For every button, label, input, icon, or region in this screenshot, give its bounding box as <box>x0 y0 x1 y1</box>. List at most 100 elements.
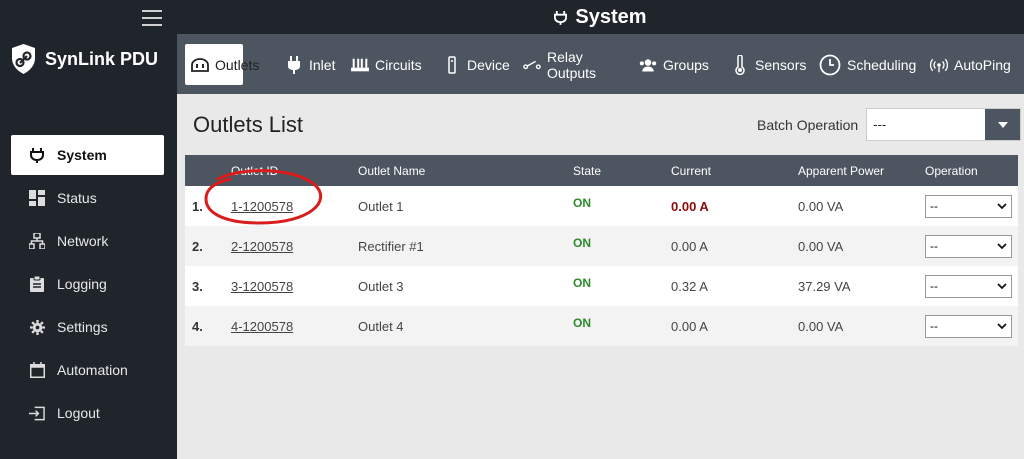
sidebar: SynLink PDU System Status Network Loggin… <box>0 0 177 459</box>
current-value: 0.32 A <box>671 278 708 294</box>
tab-label: Sensors <box>755 56 807 73</box>
table-header-row: Outlet ID Outlet Name State Current Appa… <box>185 155 1018 186</box>
sidebar-item-logging[interactable]: Logging <box>11 264 164 304</box>
apparent-power-value: 0.00 VA <box>798 198 844 214</box>
chevron-down-icon[interactable] <box>985 109 1021 140</box>
page-header-title: System <box>575 5 647 28</box>
column-header-current[interactable]: Current <box>671 155 798 186</box>
table-row: 1. 1-1200578 Outlet 1 ON 0.00 A 0.00 VA … <box>185 186 1018 226</box>
operation-select[interactable]: -- <box>925 234 1012 258</box>
column-header-apparent-power[interactable]: Apparent Power <box>798 155 925 186</box>
header: System <box>177 0 1024 34</box>
outlet-id-link[interactable]: 4-1200578 <box>231 319 293 334</box>
batch-operation-label: Batch Operation <box>757 116 859 133</box>
tab-label: Groups <box>663 56 709 73</box>
tab-scheduling[interactable]: Scheduling <box>819 44 916 85</box>
tab-device[interactable]: Device <box>443 44 510 85</box>
tab-label: Circuits <box>375 56 422 73</box>
tab-bar: Outlets Inlet Circuits Device Relay Outp… <box>177 34 1024 94</box>
tab-label: Device <box>467 56 510 73</box>
operation-select-value: -- <box>930 279 938 293</box>
network-icon <box>29 233 45 249</box>
batch-operation: Batch Operation --- <box>757 108 1022 141</box>
wireless-icon <box>930 56 948 74</box>
relay-icon <box>523 56 541 74</box>
tab-groups[interactable]: Groups <box>639 44 709 85</box>
calendar-icon <box>29 362 45 378</box>
tab-relay-outputs[interactable]: Relay Outputs <box>523 44 599 85</box>
column-header-outlet-name[interactable]: Outlet Name <box>358 155 573 186</box>
device-icon <box>443 55 461 74</box>
outlet-id-link[interactable]: 1-1200578 <box>231 199 293 214</box>
tab-label: Outlets <box>215 56 260 73</box>
operation-select[interactable]: -- <box>925 194 1012 218</box>
sidebar-item-label: Settings <box>57 319 108 335</box>
chevron-down-icon <box>997 322 1007 329</box>
sidebar-item-label: System <box>57 147 107 163</box>
row-index: 1. <box>192 198 203 214</box>
chevron-down-icon <box>997 242 1007 249</box>
page-title: Outlets List <box>193 112 304 137</box>
batch-operation-select[interactable]: --- <box>866 108 1022 141</box>
chevron-down-icon <box>997 282 1007 289</box>
column-header-state[interactable]: State <box>573 155 671 186</box>
thermometer-icon <box>731 54 749 75</box>
outlet-id-link[interactable]: 2-1200578 <box>231 239 293 254</box>
outlet-name: Outlet 4 <box>358 318 404 334</box>
row-index: 3. <box>192 278 203 294</box>
outlet-name: Outlet 1 <box>358 198 404 214</box>
plug-icon <box>285 55 303 74</box>
sidebar-item-network[interactable]: Network <box>11 221 164 261</box>
state-badge: ON <box>573 315 591 330</box>
outlet-name: Rectifier #1 <box>358 238 424 254</box>
tab-autoping[interactable]: AutoPing <box>930 44 1011 85</box>
sidebar-item-label: Logging <box>57 276 107 292</box>
sidebar-item-automation[interactable]: Automation <box>11 350 164 390</box>
brand: SynLink PDU <box>10 43 158 75</box>
sidebar-item-status[interactable]: Status <box>11 178 164 218</box>
gear-icon <box>29 319 45 335</box>
tab-circuits[interactable]: Circuits <box>351 44 422 85</box>
apparent-power-value: 0.00 VA <box>798 318 844 334</box>
sidebar-item-system[interactable]: System <box>11 135 164 175</box>
shield-link-icon <box>12 44 35 74</box>
menu-toggle-icon[interactable] <box>142 10 162 26</box>
sidebar-item-label: Network <box>57 233 109 249</box>
column-header-operation: Operation <box>925 163 978 178</box>
tab-label: Relay Outputs <box>547 48 597 81</box>
tab-label: Scheduling <box>847 56 917 73</box>
logout-icon <box>29 405 45 421</box>
brand-name: SynLink PDU <box>45 48 159 69</box>
sidebar-item-logout[interactable]: Logout <box>11 393 164 433</box>
outlet-icon <box>191 56 209 74</box>
dashboard-icon <box>29 190 45 206</box>
current-value: 0.00 A <box>671 198 709 214</box>
outlet-name: Outlet 3 <box>358 278 404 294</box>
operation-select[interactable]: -- <box>925 314 1012 338</box>
column-header-index <box>185 155 231 186</box>
apparent-power-value: 0.00 VA <box>798 238 844 254</box>
operation-select-value: -- <box>930 239 938 253</box>
chevron-down-icon <box>997 202 1007 209</box>
table-row: 4. 4-1200578 Outlet 4 ON 0.00 A 0.00 VA … <box>185 306 1018 346</box>
tab-sensors[interactable]: Sensors <box>731 44 806 85</box>
tab-outlets[interactable]: Outlets <box>185 44 259 85</box>
sidebar-item-label: Logout <box>57 405 100 421</box>
outlets-table: Outlet ID Outlet Name State Current Appa… <box>185 155 1018 346</box>
state-badge: ON <box>573 275 591 290</box>
outlet-id-link[interactable]: 3-1200578 <box>231 279 293 294</box>
tab-label: AutoPing <box>954 56 1011 73</box>
operation-select[interactable]: -- <box>925 274 1012 298</box>
table-row: 2. 2-1200578 Rectifier #1 ON 0.00 A 0.00… <box>185 226 1018 266</box>
sidebar-nav: System Status Network Logging Settings A… <box>11 135 164 436</box>
operation-select-value: -- <box>930 319 938 333</box>
clipboard-icon <box>29 276 45 292</box>
circuits-icon <box>351 56 369 74</box>
batch-operation-value: --- <box>873 117 887 132</box>
table-row: 3. 3-1200578 Outlet 3 ON 0.32 A 37.29 VA… <box>185 266 1018 306</box>
column-header-outlet-id[interactable]: Outlet ID <box>231 155 358 186</box>
groups-icon <box>639 56 657 74</box>
tab-inlet[interactable]: Inlet <box>285 44 335 85</box>
sidebar-item-label: Automation <box>57 362 128 378</box>
sidebar-item-settings[interactable]: Settings <box>11 307 164 347</box>
